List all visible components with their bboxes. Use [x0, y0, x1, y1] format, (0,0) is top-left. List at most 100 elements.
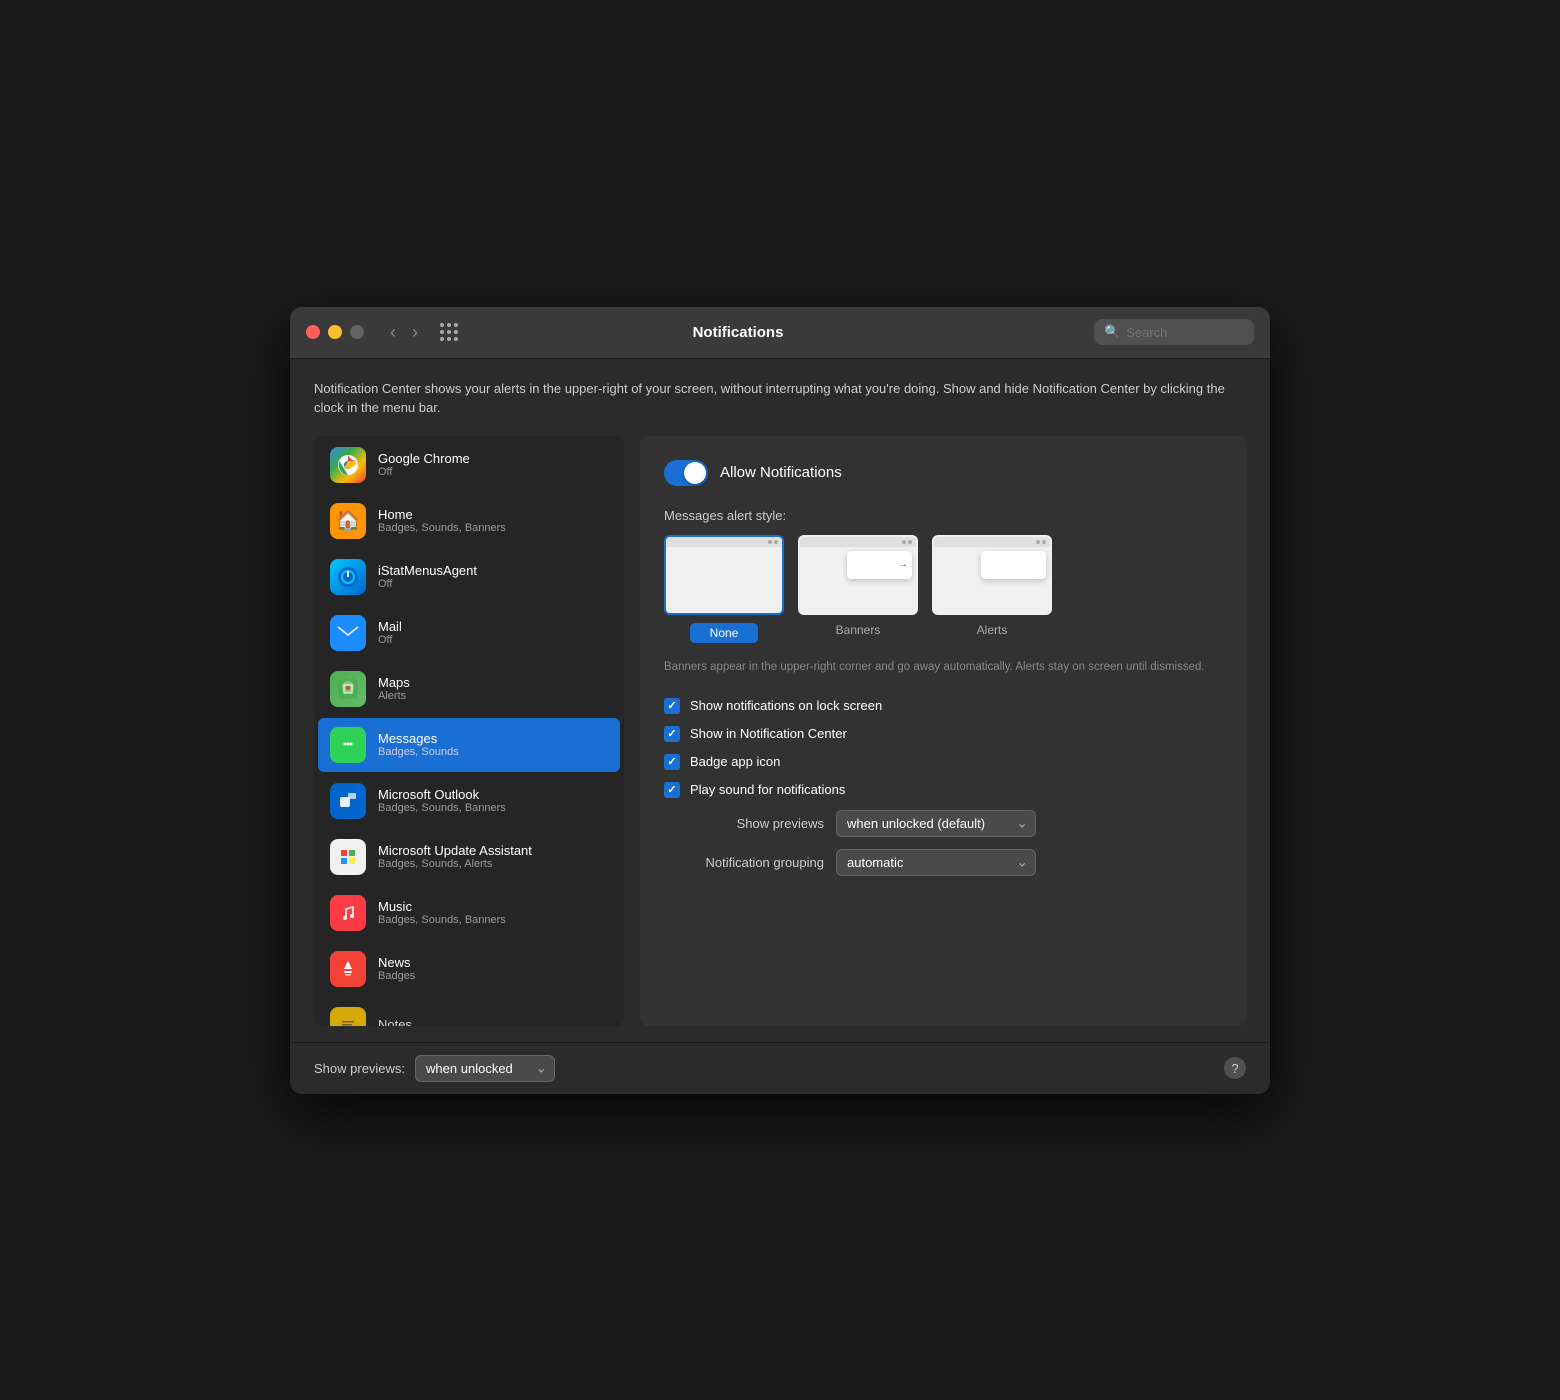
list-item[interactable]: Maps Alerts [318, 662, 620, 716]
alert-style-preview-none [664, 535, 784, 615]
main-panel: Google Chrome Off 🏠 Home Badges, Sounds,… [314, 436, 1246, 1026]
list-item[interactable]: Google Chrome Off [318, 438, 620, 492]
app-icon-mail [330, 615, 366, 651]
preview-dot [902, 540, 906, 544]
show-previews-bottom-wrapper: when unlocked always never ⌄ [415, 1055, 555, 1082]
app-icon-news [330, 951, 366, 987]
app-icon-maps [330, 671, 366, 707]
show-previews-bottom-label: Show previews: [314, 1061, 405, 1076]
show-previews-row: Show previews when unlocked (default) al… [664, 804, 1222, 843]
app-subtitle: Badges [378, 970, 608, 982]
list-item[interactable]: News Badges [318, 942, 620, 996]
app-icon-chrome [330, 447, 366, 483]
preview-dot [1042, 540, 1046, 544]
preview-dot [1036, 540, 1040, 544]
app-info-messages: Messages Badges, Sounds [378, 731, 608, 758]
show-previews-bottom-select[interactable]: when unlocked always never [415, 1055, 555, 1082]
help-button[interactable]: ? [1224, 1057, 1246, 1079]
app-subtitle: Badges, Sounds [378, 746, 608, 758]
app-info-music: Music Badges, Sounds, Banners [378, 899, 608, 926]
alert-style-preview-alerts [932, 535, 1052, 615]
checkbox-label-lock-screen: Show notifications on lock screen [690, 698, 882, 713]
minimize-button[interactable] [328, 325, 342, 339]
app-name: Notes [378, 1017, 608, 1026]
list-item[interactable]: Mail Off [318, 606, 620, 660]
maximize-button[interactable] [350, 325, 364, 339]
checkbox-notification-center[interactable]: ✓ Show in Notification Center [664, 720, 1222, 748]
search-input[interactable] [1126, 325, 1236, 340]
app-info-mail: Mail Off [378, 619, 608, 646]
app-info-news: News Badges [378, 955, 608, 982]
banner-description: Banners appear in the upper-right corner… [664, 659, 1222, 676]
system-preferences-window: ‹ › Notifications 🔍 Notification Center … [290, 307, 1270, 1094]
app-name: iStatMenusAgent [378, 563, 608, 578]
checkbox-icon-badge[interactable]: ✓ [664, 754, 680, 770]
app-info-msupdate: Microsoft Update Assistant Badges, Sound… [378, 843, 608, 870]
notification-grouping-label: Notification grouping [664, 855, 824, 870]
search-box[interactable]: 🔍 [1094, 319, 1254, 345]
checkbox-lock-screen[interactable]: ✓ Show notifications on lock screen [664, 692, 1222, 720]
allow-notifications-toggle[interactable] [664, 460, 708, 486]
list-item[interactable]: Microsoft Update Assistant Badges, Sound… [318, 830, 620, 884]
show-previews-select[interactable]: when unlocked (default) always never [836, 810, 1036, 837]
page-title: Notifications [394, 324, 1082, 341]
notification-grouping-wrapper: automatic by app off ⌄ [836, 849, 1036, 876]
list-item[interactable]: iStatMenusAgent Off [318, 550, 620, 604]
close-button[interactable] [306, 325, 320, 339]
app-name: Mail [378, 619, 608, 634]
checkmark: ✓ [667, 727, 676, 740]
alert-style-alerts[interactable]: Alerts [932, 535, 1052, 643]
app-name: Google Chrome [378, 451, 608, 466]
checkbox-icon-lock-screen[interactable]: ✓ [664, 698, 680, 714]
banner-arrow: → [898, 559, 908, 570]
traffic-lights [306, 325, 364, 339]
checkbox-label-badge: Badge app icon [690, 754, 780, 769]
checkbox-label-notification-center: Show in Notification Center [690, 726, 847, 741]
app-info-notes: Notes [378, 1017, 608, 1026]
app-icon-outlook [330, 783, 366, 819]
list-item[interactable]: Microsoft Outlook Badges, Sounds, Banner… [318, 774, 620, 828]
list-item[interactable]: 🏠 Home Badges, Sounds, Banners [318, 494, 620, 548]
app-icon-home: 🏠 [330, 503, 366, 539]
notification-grouping-select[interactable]: automatic by app off [836, 849, 1036, 876]
app-info-istat: iStatMenusAgent Off [378, 563, 608, 590]
checkbox-play-sound[interactable]: ✓ Play sound for notifications [664, 776, 1222, 804]
app-info-home: Home Badges, Sounds, Banners [378, 507, 608, 534]
app-name: Microsoft Update Assistant [378, 843, 608, 858]
search-icon: 🔍 [1104, 324, 1120, 340]
checkbox-icon-play-sound[interactable]: ✓ [664, 782, 680, 798]
alert-style-section: Messages alert style: None [664, 508, 1222, 643]
checkbox-label-play-sound: Play sound for notifications [690, 782, 845, 797]
app-list[interactable]: Google Chrome Off 🏠 Home Badges, Sounds,… [314, 436, 624, 1026]
alert-styles: None → [664, 535, 1222, 643]
app-subtitle: Badges, Sounds, Banners [378, 522, 608, 534]
toggle-knob [684, 462, 706, 484]
app-name: News [378, 955, 608, 970]
preview-menubar [800, 537, 916, 547]
description-text: Notification Center shows your alerts in… [314, 379, 1246, 418]
alert-style-section-label: Messages alert style: [664, 508, 1222, 523]
banner-preview: → [847, 551, 912, 579]
preview-dot [774, 540, 778, 544]
list-item[interactable]: Music Badges, Sounds, Banners [318, 886, 620, 940]
notification-grouping-row: Notification grouping automatic by app o… [664, 843, 1222, 882]
app-subtitle: Off [378, 578, 608, 590]
checkbox-badge-icon[interactable]: ✓ Badge app icon [664, 748, 1222, 776]
app-name: Home [378, 507, 608, 522]
app-subtitle: Alerts [378, 690, 608, 702]
checkmark: ✓ [667, 783, 676, 796]
checkbox-icon-notification-center[interactable]: ✓ [664, 726, 680, 742]
alert-style-none[interactable]: None [664, 535, 784, 643]
app-subtitle: Off [378, 634, 608, 646]
app-subtitle: Badges, Sounds, Alerts [378, 858, 608, 870]
list-item[interactable]: Notes [318, 998, 620, 1026]
app-subtitle: Off [378, 466, 608, 478]
alert-style-label-alerts: Alerts [977, 623, 1008, 637]
alert-style-banners[interactable]: → Banners [798, 535, 918, 643]
app-icon-messages [330, 727, 366, 763]
app-info-chrome: Google Chrome Off [378, 451, 608, 478]
preview-menubar [934, 537, 1050, 547]
settings-panel: Allow Notifications Messages alert style… [640, 436, 1246, 1026]
list-item-messages[interactable]: Messages Badges, Sounds [318, 718, 620, 772]
app-icon-notes [330, 1007, 366, 1026]
